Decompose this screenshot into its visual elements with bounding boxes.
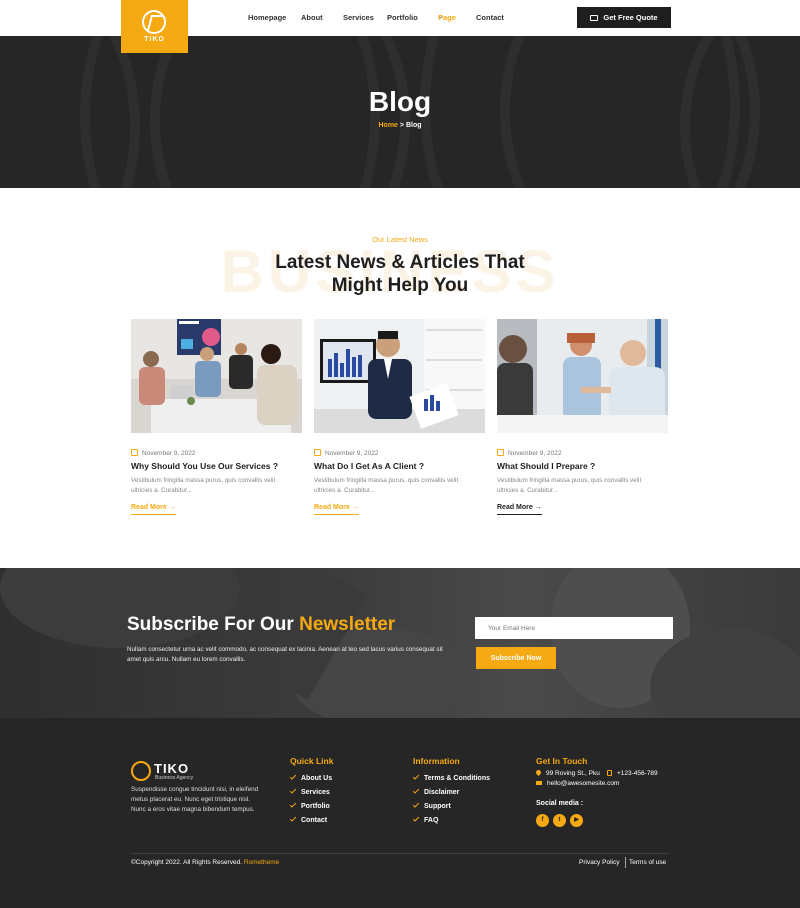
read-more-link[interactable]: Read More → [497,504,542,515]
footer-link-disclaimer[interactable]: Disclaimer [412,787,459,796]
chevron-down-icon: ⌄ [301,14,307,20]
facebook-icon[interactable]: f [536,814,549,827]
terms-of-use-link[interactable]: Terms of use [629,859,666,866]
footer-link-contact[interactable]: Contact [289,815,327,824]
breadcrumb-home[interactable]: Home [379,122,398,129]
chat-icon [590,14,599,21]
youtube-icon[interactable]: ▶ [570,814,583,827]
footer-logo-name[interactable]: TIKO [154,761,189,776]
calendar-icon [497,449,504,456]
logo[interactable]: TIKO [121,0,188,53]
check-icon [289,773,297,780]
blog-card-title[interactable]: What Should I Prepare ? [497,461,595,471]
logo-icon [142,10,166,34]
check-icon [412,787,420,794]
footer-phone[interactable]: +123-456-789 [607,770,658,777]
legal-divider [625,857,626,868]
footer-address: 99 Roving St., Pku [534,768,600,777]
subscribe-button[interactable]: Subscribe Now [476,647,556,669]
footer-link-services[interactable]: Services [289,787,330,796]
blog-card-image[interactable] [497,319,668,433]
site-footer [0,718,800,908]
newsletter-title: Subscribe For Our Newsletter [127,614,396,635]
footer-link-portfolio[interactable]: Portfolio [289,801,330,810]
breadcrumb: Home > Blog [378,122,422,129]
calendar-icon [314,449,321,456]
logo-text: TIKO [144,36,165,43]
footer-divider [131,853,669,854]
read-more-link[interactable]: Read More → [131,504,176,515]
blog-card: November 9, 2022 What Do I Get As A Clie… [314,319,485,515]
footer-logo-tagline: Business Agency [155,775,194,781]
twitter-icon[interactable]: t [553,814,566,827]
blog-card-title[interactable]: What Do I Get As A Client ? [314,461,424,471]
contact-heading: Get In Touch [536,756,588,766]
calendar-icon [131,449,138,456]
blog-card-date: November 9, 2022 [314,449,378,457]
check-icon [289,801,297,808]
phone-icon [607,770,612,776]
blog-card-excerpt: Vestibulum fringilla massa purus, quis c… [497,477,642,494]
chevron-down-icon: ⌄ [438,14,444,20]
blog-card: November 9, 2022 What Should I Prepare ?… [497,319,668,515]
breadcrumb-current: Blog [405,122,422,129]
footer-link-support[interactable]: Support [412,801,451,810]
footer-link-faq[interactable]: FAQ [412,815,438,824]
footer-email[interactable]: hello@awesomesite.com [536,780,619,787]
check-icon [412,773,420,780]
footer-description: Suspendisse congue tincidunt nisi, in el… [131,786,259,813]
blog-card-date: November 9, 2022 [497,449,561,457]
chevron-down-icon: ⌄ [387,14,393,20]
social-media-heading: Social media : [536,800,584,807]
blog-card-excerpt: Vestibulum fringilla massa purus, quis c… [131,477,276,494]
check-icon [289,787,297,794]
copyright-brand-link[interactable]: Rometheme [244,859,279,866]
blog-card-date: November 9, 2022 [131,449,195,457]
section-title: Latest News & Articles That Might Help Y… [275,252,525,296]
email-input[interactable] [475,617,673,639]
footer-link-terms[interactable]: Terms & Conditions [412,773,490,782]
blog-card: November 9, 2022 Why Should You Use Our … [131,319,302,515]
footer-link-about[interactable]: About Us [289,773,332,782]
footer-logo-icon[interactable] [131,761,151,781]
page-title: Blog [368,86,432,117]
read-more-link[interactable]: Read More → [314,504,359,515]
blog-card-title[interactable]: Why Should You Use Our Services ? [131,461,278,471]
information-heading: Information [413,756,460,766]
get-free-quote-button[interactable]: Get Free Quote [577,7,671,28]
location-icon [534,768,543,777]
newsletter-section [0,568,800,718]
site-header: TIKO Homepage About ⌄ Services Portfolio… [0,0,800,53]
check-icon [289,815,297,822]
newsletter-background-photo [0,568,800,718]
blog-card-image[interactable] [131,319,302,433]
page-hero: Blog Home > Blog [0,36,800,188]
blog-card-excerpt: Vestibulum fringilla massa purus, quis c… [314,477,459,494]
newsletter-text: Nullam consectetur urna ac velit commodo… [127,646,443,663]
mail-icon [536,781,542,785]
copyright: ©Copyright 2022. All Rights Reserved. Ro… [131,859,280,866]
privacy-policy-link[interactable]: Privacy Policy [579,859,619,866]
quick-link-heading: Quick Link [290,756,334,766]
check-icon [412,815,420,822]
blog-card-image[interactable] [314,319,485,433]
check-icon [412,801,420,808]
